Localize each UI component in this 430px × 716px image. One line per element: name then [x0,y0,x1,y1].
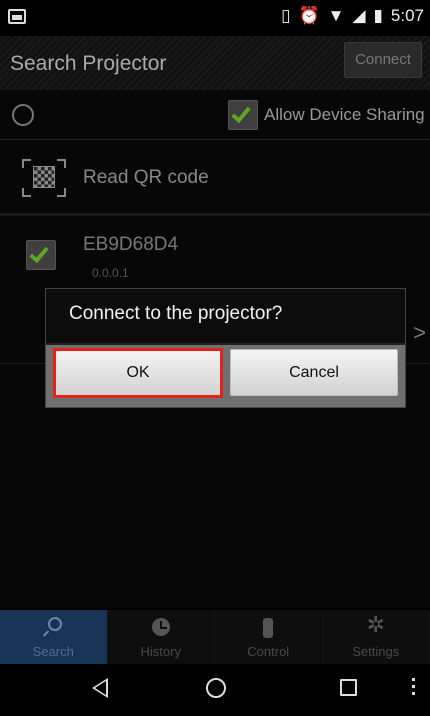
checkmark-icon [231,102,251,124]
wifi-icon: ▼ [327,6,345,25]
status-bar: ▯ ⏰ ▼ ◢ ▮ 5:07 [0,0,430,36]
dialog-header: Connect to the projector? [46,289,405,345]
tab-control[interactable]: Control [215,610,323,664]
gear-icon: ✲ [366,612,385,637]
connect-button[interactable]: Connect [344,42,422,78]
checkmark-icon [29,242,49,264]
tab-label: Control [247,644,290,659]
device-address: 0.0.0.1 [92,266,129,280]
read-qr-label: Read QR code [83,167,209,188]
list-item[interactable]: EB9D68D4 0.0.0.1 [0,220,430,290]
remote-icon [257,616,279,638]
tab-label: History [140,644,181,659]
alarm-icon: ⏰ [298,6,320,25]
back-icon[interactable] [92,678,108,698]
tab-search[interactable]: Search [0,610,108,664]
navigation-bar [0,664,430,716]
recent-apps-icon[interactable] [340,679,357,696]
screenshot-icon [8,9,26,24]
overflow-menu-icon[interactable] [412,678,416,698]
signal-icon: ◢ [352,6,366,25]
connect-dialog: Connect to the projector? OK Cancel [45,288,406,408]
device-checkbox[interactable] [26,240,56,270]
device-name: EB9D68D4 [83,234,179,255]
status-radio-icon[interactable] [12,104,34,126]
dialog-title: Connect to the projector? [69,303,283,324]
device-sharing-checkbox[interactable] [228,100,258,130]
cancel-button[interactable]: Cancel [230,349,398,396]
tab-label: Search [32,644,74,659]
home-icon[interactable] [206,678,226,698]
read-qr-row[interactable]: Read QR code [0,142,430,216]
history-icon [150,616,172,638]
status-time: 5:07 [390,6,424,25]
search-icon [42,616,64,638]
vibrate-icon: ▯ [281,6,291,25]
tab-history[interactable]: History [108,610,215,664]
qr-code-icon [22,159,66,197]
device-sharing-label: Allow Device Sharing [264,105,425,124]
tab-label: Settings [352,644,400,659]
status-icons: ▯ ⏰ ▼ ◢ ▮ 5:07 [281,6,424,26]
app-bar: Search Projector Connect [0,36,430,90]
tab-settings[interactable]: ✲ Settings [323,610,430,664]
bottom-tab-bar: Search History Control ✲ Settings [0,610,430,664]
ok-button[interactable]: OK [54,349,222,396]
device-sharing-row: Allow Device Sharing [0,90,430,140]
page-title: Search Projector [10,52,167,75]
battery-icon: ▮ [373,6,383,25]
chevron-right-icon: > [413,320,426,345]
